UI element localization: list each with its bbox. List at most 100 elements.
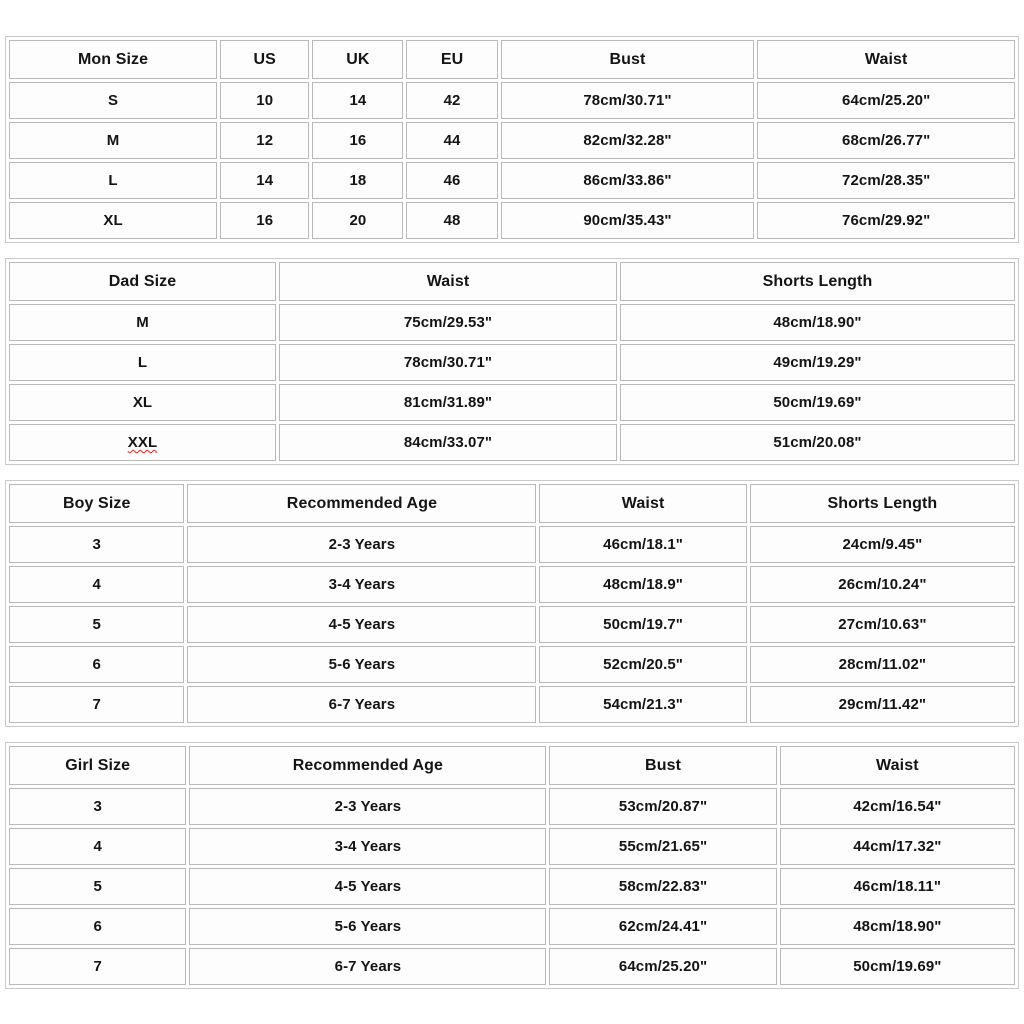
table-row: M 75cm/29.53" 48cm/18.90"	[9, 304, 1015, 341]
boy-size-table-size-cell: 7	[9, 686, 185, 723]
mon-size-table-size-cell: S	[9, 82, 218, 119]
table-row: 4 3-4 Years 55cm/21.65" 44cm/17.32"	[9, 828, 1015, 865]
mon-size-table-size-cell: L	[9, 162, 218, 199]
spellcheck-underlined-text: XXL	[127, 434, 158, 451]
boy-size-table-value-cell: 48cm/18.9"	[539, 566, 747, 603]
table-row: 3 2-3 Years 46cm/18.1" 24cm/9.45"	[9, 526, 1015, 563]
girl-size-table-header-row: Girl Size Recommended Age Bust Waist	[9, 746, 1015, 785]
dad-size-table-value-cell: 78cm/30.71"	[279, 344, 617, 381]
mon-size-table-value-cell: 48	[406, 202, 498, 239]
mon-size-table-header-cell: Waist	[757, 40, 1015, 79]
mon-size-table-header-cell: US	[220, 40, 310, 79]
girl-size-table-header-cell: Recommended Age	[189, 746, 547, 785]
dad-size-table-header-row: Dad Size Waist Shorts Length	[9, 262, 1015, 301]
girl-size-table-value-cell: 64cm/25.20"	[549, 948, 777, 985]
boy-size-table-header-row: Boy Size Recommended Age Waist Shorts Lengt…	[9, 484, 1015, 523]
boy-size-table-value-cell: 24cm/9.45"	[749, 526, 1015, 563]
boy-size-table-value-cell: 5-6 Years	[187, 646, 537, 683]
boy-size-table-header-cell: Shorts Length	[749, 484, 1015, 523]
mon-size-table-value-cell: 64cm/25.20"	[757, 82, 1015, 119]
table-row: XL 81cm/31.89" 50cm/19.69"	[9, 384, 1015, 421]
boy-size-table-size-cell: 5	[9, 606, 185, 643]
mon-size-table-value-cell: 68cm/26.77"	[757, 122, 1015, 159]
girl-size-table-size-cell: 5	[9, 868, 187, 905]
mon-size-table: Mon Size US UK EU Bust Waist S 10 14 42 78cm/30.71…	[5, 36, 1019, 243]
girl-size-table-value-cell: 55cm/21.65"	[549, 828, 777, 865]
girl-size-table-value-cell: 62cm/24.41"	[549, 908, 777, 945]
dad-size-table-value-cell: 50cm/19.69"	[620, 384, 1015, 421]
boy-size-table-value-cell: 6-7 Years	[187, 686, 537, 723]
table-row: 7 6-7 Years 54cm/21.3" 29cm/11.42"	[9, 686, 1015, 723]
boy-size-table-value-cell: 4-5 Years	[187, 606, 537, 643]
table-row: 7 6-7 Years 64cm/25.20" 50cm/19.69"	[9, 948, 1015, 985]
mon-size-table-value-cell: 86cm/33.86"	[500, 162, 755, 199]
girl-size-table-size-cell: 6	[9, 908, 187, 945]
boy-size-table-value-cell: 2-3 Years	[187, 526, 537, 563]
girl-size-table-value-cell: 5-6 Years	[189, 908, 547, 945]
dad-size-table-body: Dad Size Waist Shorts Length M 75cm/29.53" 48…	[9, 262, 1015, 461]
table-row: XXL 84cm/33.07" 51cm/20.08"	[9, 424, 1015, 461]
mon-size-table-value-cell: 46	[406, 162, 498, 199]
girl-size-table-body: Girl Size Recommended Age Bust Waist 3 2-3 Ye…	[9, 746, 1015, 985]
boy-size-table-value-cell: 26cm/10.24"	[749, 566, 1015, 603]
girl-size-table-header-cell: Waist	[779, 746, 1015, 785]
girl-size-table-header-cell: Bust	[549, 746, 777, 785]
table-row: XL 16 20 48 90cm/35.43" 76cm/29.92"	[9, 202, 1015, 239]
mon-size-table-value-cell: 20	[312, 202, 404, 239]
girl-size-table-value-cell: 2-3 Years	[189, 788, 547, 825]
girl-size-table-value-cell: 53cm/20.87"	[549, 788, 777, 825]
girl-size-table: Girl Size Recommended Age Bust Waist 3 2-3 Ye…	[5, 742, 1019, 989]
boy-size-table-value-cell: 3-4 Years	[187, 566, 537, 603]
mon-size-table-header-cell: UK	[312, 40, 404, 79]
mon-size-table-value-cell: 12	[220, 122, 310, 159]
mon-size-table-body: Mon Size US UK EU Bust Waist S 10 14 42 78cm/30.71…	[9, 40, 1015, 239]
table-row: 4 3-4 Years 48cm/18.9" 26cm/10.24"	[9, 566, 1015, 603]
girl-size-table-value-cell: 3-4 Years	[189, 828, 547, 865]
boy-size-table-value-cell: 46cm/18.1"	[539, 526, 747, 563]
boy-size-table-header-cell: Waist	[539, 484, 747, 523]
mon-size-table-value-cell: 90cm/35.43"	[500, 202, 755, 239]
dad-size-table-size-cell: XXL	[9, 424, 276, 461]
table-row: 6 5-6 Years 52cm/20.5" 28cm/11.02"	[9, 646, 1015, 683]
boy-size-table-value-cell: 27cm/10.63"	[749, 606, 1015, 643]
girl-size-table-value-cell: 42cm/16.54"	[779, 788, 1015, 825]
mon-size-table-header-cell: EU	[406, 40, 498, 79]
table-row: L 78cm/30.71" 49cm/19.29"	[9, 344, 1015, 381]
mon-size-table-value-cell: 14	[312, 82, 404, 119]
mon-size-table-value-cell: 42	[406, 82, 498, 119]
mon-size-table-value-cell: 82cm/32.28"	[500, 122, 755, 159]
dad-size-table: Dad Size Waist Shorts Length M 75cm/29.53" 48…	[5, 258, 1019, 465]
mon-size-table-value-cell: 44	[406, 122, 498, 159]
table-row: M 12 16 44 82cm/32.28" 68cm/26.77"	[9, 122, 1015, 159]
boy-size-table: Boy Size Recommended Age Waist Shorts Lengt…	[5, 480, 1019, 727]
boy-size-table-header-cell: Recommended Age	[187, 484, 537, 523]
table-row: 5 4-5 Years 50cm/19.7" 27cm/10.63"	[9, 606, 1015, 643]
girl-size-table-value-cell: 48cm/18.90"	[779, 908, 1015, 945]
boy-size-table-value-cell: 28cm/11.02"	[749, 646, 1015, 683]
dad-size-table-value-cell: 51cm/20.08"	[620, 424, 1015, 461]
mon-size-table-size-cell: M	[9, 122, 218, 159]
girl-size-table-size-cell: 3	[9, 788, 187, 825]
dad-size-table-value-cell: 75cm/29.53"	[279, 304, 617, 341]
dad-size-table-value-cell: 84cm/33.07"	[279, 424, 617, 461]
dad-size-table-header-cell: Dad Size	[9, 262, 276, 301]
table-row: 5 4-5 Years 58cm/22.83" 46cm/18.11"	[9, 868, 1015, 905]
dad-size-table-value-cell: 81cm/31.89"	[279, 384, 617, 421]
mon-size-table-value-cell: 78cm/30.71"	[500, 82, 755, 119]
girl-size-table-value-cell: 50cm/19.69"	[779, 948, 1015, 985]
boy-size-table-size-cell: 3	[9, 526, 185, 563]
table-row: 3 2-3 Years 53cm/20.87" 42cm/16.54"	[9, 788, 1015, 825]
dad-size-table-value-cell: 49cm/19.29"	[620, 344, 1015, 381]
dad-size-table-header-cell: Waist	[279, 262, 617, 301]
girl-size-table-value-cell: 46cm/18.11"	[779, 868, 1015, 905]
girl-size-table-size-cell: 7	[9, 948, 187, 985]
girl-size-table-value-cell: 6-7 Years	[189, 948, 547, 985]
table-row: 6 5-6 Years 62cm/24.41" 48cm/18.90"	[9, 908, 1015, 945]
boy-size-table-size-cell: 4	[9, 566, 185, 603]
girl-size-table-value-cell: 44cm/17.32"	[779, 828, 1015, 865]
mon-size-table-value-cell: 16	[220, 202, 310, 239]
mon-size-table-value-cell: 14	[220, 162, 310, 199]
girl-size-table-value-cell: 58cm/22.83"	[549, 868, 777, 905]
mon-size-table-value-cell: 72cm/28.35"	[757, 162, 1015, 199]
boy-size-table-header-cell: Boy Size	[9, 484, 185, 523]
